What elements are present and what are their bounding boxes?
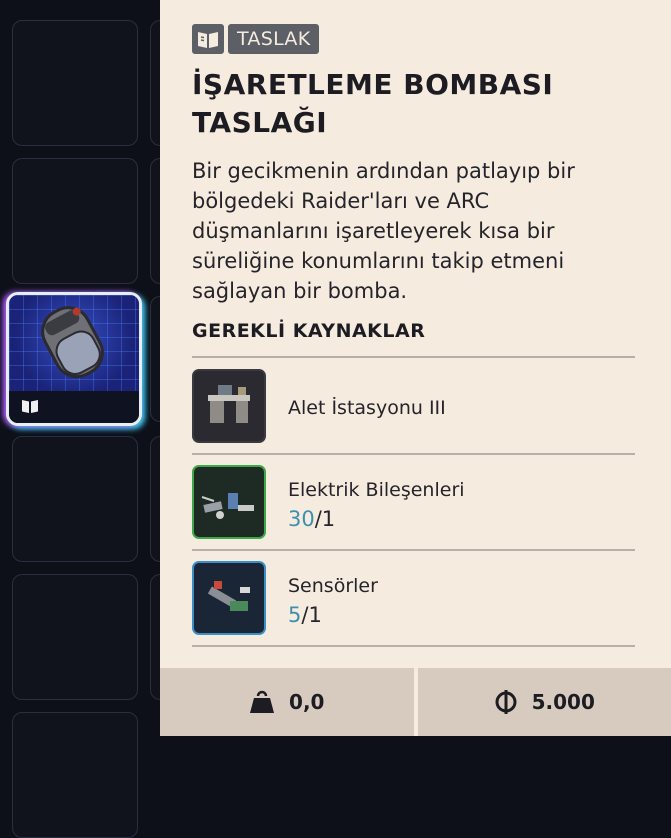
weight-icon	[249, 690, 275, 714]
requirement-item[interactable]: Elektrik Bileşenleri 30/1	[192, 465, 635, 545]
requirement-name: Alet İstasyonu III	[288, 397, 446, 419]
inventory-slot[interactable]	[12, 20, 138, 146]
item-price: 5.000	[418, 668, 671, 736]
inventory-slot[interactable]	[12, 436, 138, 562]
marker-grenade-item-image	[9, 295, 139, 391]
workbench-icon	[192, 369, 266, 443]
inventory-slot[interactable]	[12, 158, 138, 284]
coin-icon	[494, 689, 518, 715]
divider	[192, 356, 635, 358]
requirement-item[interactable]: Alet İstasyonu III	[192, 369, 635, 449]
inventory-slot[interactable]	[12, 574, 138, 700]
item-type-label: TASLAK	[228, 24, 319, 54]
tooltip-footer: 0,0 5.000	[160, 668, 671, 736]
sensors-icon	[192, 561, 266, 635]
electrical-components-icon	[192, 465, 266, 539]
divider	[192, 453, 635, 455]
item-type-tag: TASLAK	[192, 24, 319, 54]
requirement-name: Elektrik Bileşenleri	[288, 479, 465, 501]
blueprint-icon	[21, 397, 39, 415]
requirement-item[interactable]: Sensörler 5/1	[192, 561, 635, 641]
divider	[192, 645, 635, 647]
inventory-slot[interactable]	[12, 712, 138, 838]
item-description: Bir gecikmenin ardından patlayıp bir böl…	[192, 156, 632, 306]
requirements-heading: GEREKLİ KAYNAKLAR	[192, 320, 425, 342]
requirement-name: Sensörler	[288, 575, 378, 597]
weight-value: 0,0	[289, 690, 324, 714]
item-tooltip: TASLAK İŞARETLEME BOMBASI TASLAĞI Bir ge…	[160, 0, 671, 736]
item-weight: 0,0	[160, 668, 414, 736]
requirement-count: 5/1	[288, 603, 322, 627]
selected-inventory-slot[interactable]	[6, 292, 142, 426]
divider	[192, 549, 635, 551]
requirement-count: 30/1	[288, 507, 335, 531]
item-title: İŞARETLEME BOMBASI TASLAĞI	[192, 66, 652, 142]
blueprint-icon	[192, 24, 224, 54]
price-value: 5.000	[532, 690, 595, 714]
